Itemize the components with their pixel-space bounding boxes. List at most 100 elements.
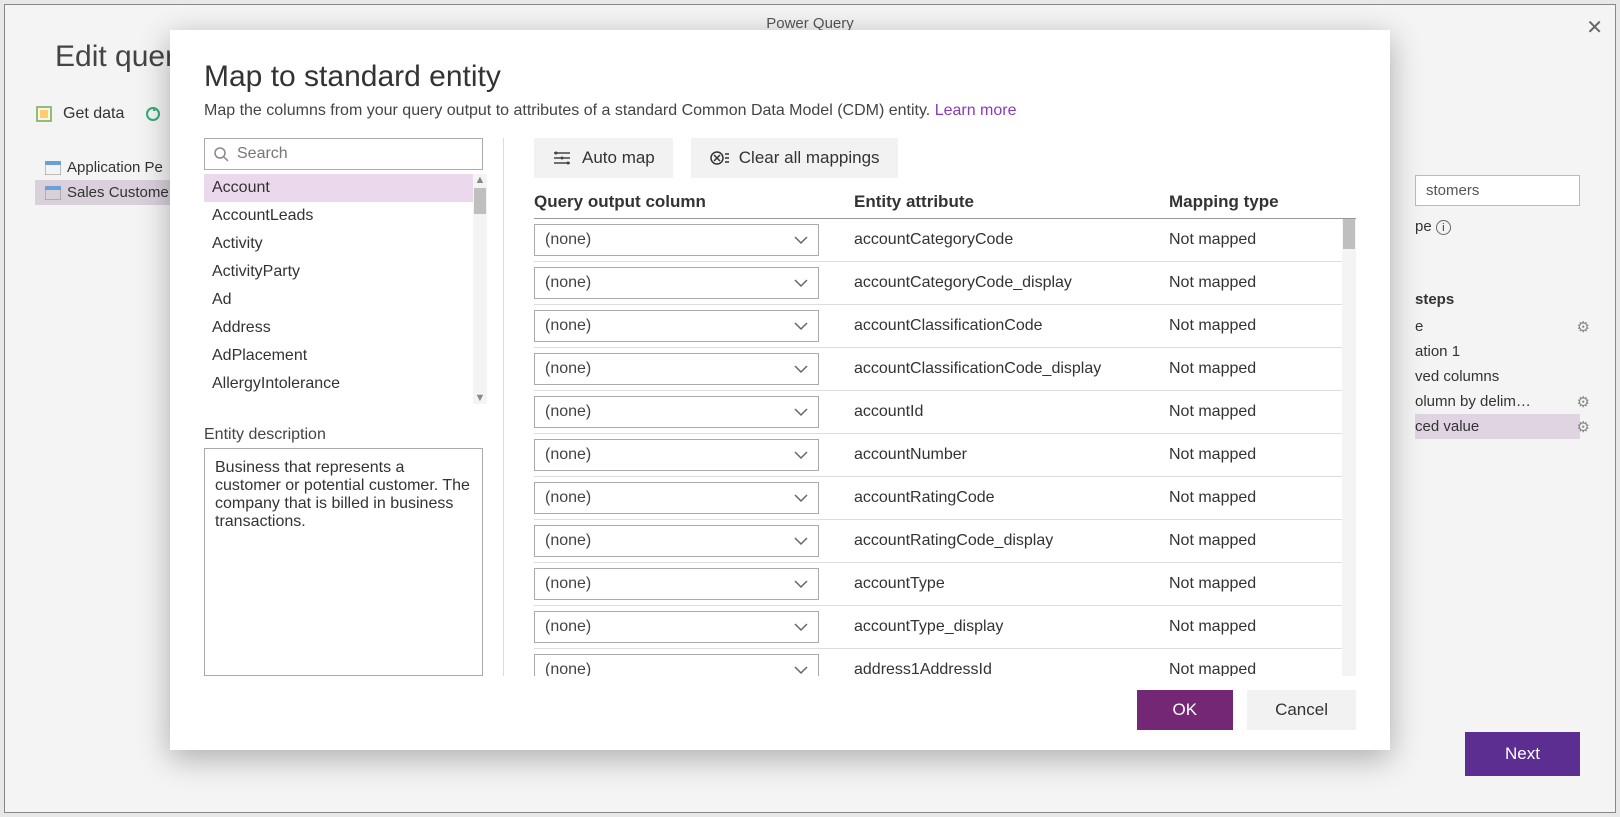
query-item[interactable]: Application Pe xyxy=(35,155,185,180)
col-header-query: Query output column xyxy=(534,192,854,212)
query-column-dropdown[interactable]: (none) xyxy=(534,654,819,676)
chevron-down-icon xyxy=(794,278,808,288)
step-item[interactable]: ved columns xyxy=(1415,364,1580,389)
close-icon[interactable]: ✕ xyxy=(1586,15,1603,40)
mapping-type: Not mapped xyxy=(1169,575,1356,593)
mapping-panel: Auto map Clear all mappings Query output… xyxy=(534,138,1356,676)
mapping-type: Not mapped xyxy=(1169,231,1356,249)
query-column-dropdown[interactable]: (none) xyxy=(534,525,819,557)
clear-icon xyxy=(709,149,729,167)
dropdown-value: (none) xyxy=(545,661,591,676)
mapping-row: (none)accountClassificationCodeNot mappe… xyxy=(534,305,1356,348)
step-item[interactable]: ation 1 xyxy=(1415,339,1580,364)
label-pe: pe i xyxy=(1415,218,1580,235)
step-item[interactable]: ced value⚙ xyxy=(1415,414,1580,439)
scroll-up-icon[interactable]: ▲ xyxy=(475,174,486,186)
chevron-down-icon xyxy=(794,665,808,675)
auto-map-button[interactable]: Auto map xyxy=(534,138,673,178)
mapping-type: Not mapped xyxy=(1169,446,1356,464)
entity-attribute: accountCategoryCode_display xyxy=(854,274,1169,292)
mapping-type: Not mapped xyxy=(1169,403,1356,421)
entity-item[interactable]: Account xyxy=(204,174,483,202)
mapping-row: (none)accountCategoryCode_displayNot map… xyxy=(534,262,1356,305)
entity-attribute: accountRatingCode xyxy=(854,489,1169,507)
entity-attribute: accountRatingCode_display xyxy=(854,532,1169,550)
entity-item[interactable]: AccountLeads xyxy=(204,202,483,230)
dropdown-value: (none) xyxy=(545,446,591,464)
entity-item[interactable]: AllergyIntolerance xyxy=(204,370,483,398)
get-data-button[interactable]: Get data xyxy=(63,105,124,123)
learn-more-link[interactable]: Learn more xyxy=(935,102,1017,119)
scroll-thumb[interactable] xyxy=(474,188,486,214)
refresh-icon[interactable] xyxy=(144,105,162,123)
clear-mappings-button[interactable]: Clear all mappings xyxy=(691,138,898,178)
mapping-type: Not mapped xyxy=(1169,618,1356,636)
mapping-scrollbar[interactable] xyxy=(1342,219,1356,676)
mapping-row: (none)accountNumberNot mapped xyxy=(534,434,1356,477)
query-column-dropdown[interactable]: (none) xyxy=(534,267,819,299)
scroll-thumb[interactable] xyxy=(1343,219,1355,249)
dialog-title: Map to standard entity xyxy=(204,60,1356,94)
query-item-label: Application Pe xyxy=(67,159,163,176)
entity-item[interactable]: Activity xyxy=(204,230,483,258)
entity-list[interactable]: Account AccountLeads Activity ActivityPa… xyxy=(204,174,483,404)
query-column-dropdown[interactable]: (none) xyxy=(534,396,819,428)
chevron-down-icon xyxy=(794,622,808,632)
gear-icon[interactable]: ⚙ xyxy=(1577,418,1590,436)
query-column-dropdown[interactable]: (none) xyxy=(534,224,819,256)
entity-item[interactable]: ActivityParty xyxy=(204,258,483,286)
query-column-dropdown[interactable]: (none) xyxy=(534,439,819,471)
dropdown-value: (none) xyxy=(545,489,591,507)
dropdown-value: (none) xyxy=(545,403,591,421)
cancel-button[interactable]: Cancel xyxy=(1247,690,1356,730)
chevron-down-icon xyxy=(794,579,808,589)
next-button[interactable]: Next xyxy=(1465,732,1580,776)
chevron-down-icon xyxy=(794,493,808,503)
entity-description: Business that represents a customer or p… xyxy=(204,448,483,676)
mapping-row: (none)accountRatingCodeNot mapped xyxy=(534,477,1356,520)
entity-item[interactable]: Ad xyxy=(204,286,483,314)
dialog-footer: OK Cancel xyxy=(204,690,1356,730)
step-item[interactable]: e⚙ xyxy=(1415,314,1580,339)
mapping-type: Not mapped xyxy=(1169,661,1356,676)
gear-icon[interactable]: ⚙ xyxy=(1577,393,1590,411)
entity-attribute: accountClassificationCode xyxy=(854,317,1169,335)
query-item-label: Sales Custome xyxy=(67,184,169,201)
query-column-dropdown[interactable]: (none) xyxy=(534,353,819,385)
entity-attribute: accountCategoryCode xyxy=(854,231,1169,249)
name-input[interactable]: stomers xyxy=(1415,175,1580,206)
mapping-row: (none)accountClassificationCode_displayN… xyxy=(534,348,1356,391)
dropdown-value: (none) xyxy=(545,317,591,335)
auto-map-icon xyxy=(552,150,572,166)
dropdown-value: (none) xyxy=(545,274,591,292)
ok-button[interactable]: OK xyxy=(1137,690,1234,730)
query-column-dropdown[interactable]: (none) xyxy=(534,568,819,600)
col-header-attr: Entity attribute xyxy=(854,192,1169,212)
col-header-type: Mapping type xyxy=(1169,192,1356,212)
dropdown-value: (none) xyxy=(545,618,591,636)
query-column-dropdown[interactable]: (none) xyxy=(534,310,819,342)
step-item[interactable]: olumn by delim…⚙ xyxy=(1415,389,1580,414)
search-input[interactable]: Search xyxy=(204,138,483,170)
auto-map-label: Auto map xyxy=(582,148,655,168)
entity-item[interactable]: Address xyxy=(204,314,483,342)
entity-attribute: accountType_display xyxy=(854,618,1169,636)
chevron-down-icon xyxy=(794,536,808,546)
gear-icon[interactable]: ⚙ xyxy=(1577,318,1590,336)
mapping-header: Query output column Entity attribute Map… xyxy=(534,192,1356,219)
mapping-type: Not mapped xyxy=(1169,532,1356,550)
chevron-down-icon xyxy=(794,364,808,374)
search-icon xyxy=(213,146,229,162)
entity-item[interactable]: AdPlacement xyxy=(204,342,483,370)
info-icon[interactable]: i xyxy=(1436,220,1451,235)
search-placeholder: Search xyxy=(237,145,288,163)
mapping-row: (none) accountIdNot mapped xyxy=(534,391,1356,434)
entity-attribute: accountId xyxy=(854,403,1169,421)
scroll-down-icon[interactable]: ▼ xyxy=(475,392,486,404)
entity-attribute: accountType xyxy=(854,575,1169,593)
query-column-dropdown[interactable]: (none) xyxy=(534,611,819,643)
query-column-dropdown[interactable]: (none) xyxy=(534,482,819,514)
entity-description-label: Entity description xyxy=(204,426,483,444)
entity-scrollbar[interactable]: ▲ ▼ xyxy=(473,174,487,404)
query-item[interactable]: Sales Custome xyxy=(35,180,185,205)
